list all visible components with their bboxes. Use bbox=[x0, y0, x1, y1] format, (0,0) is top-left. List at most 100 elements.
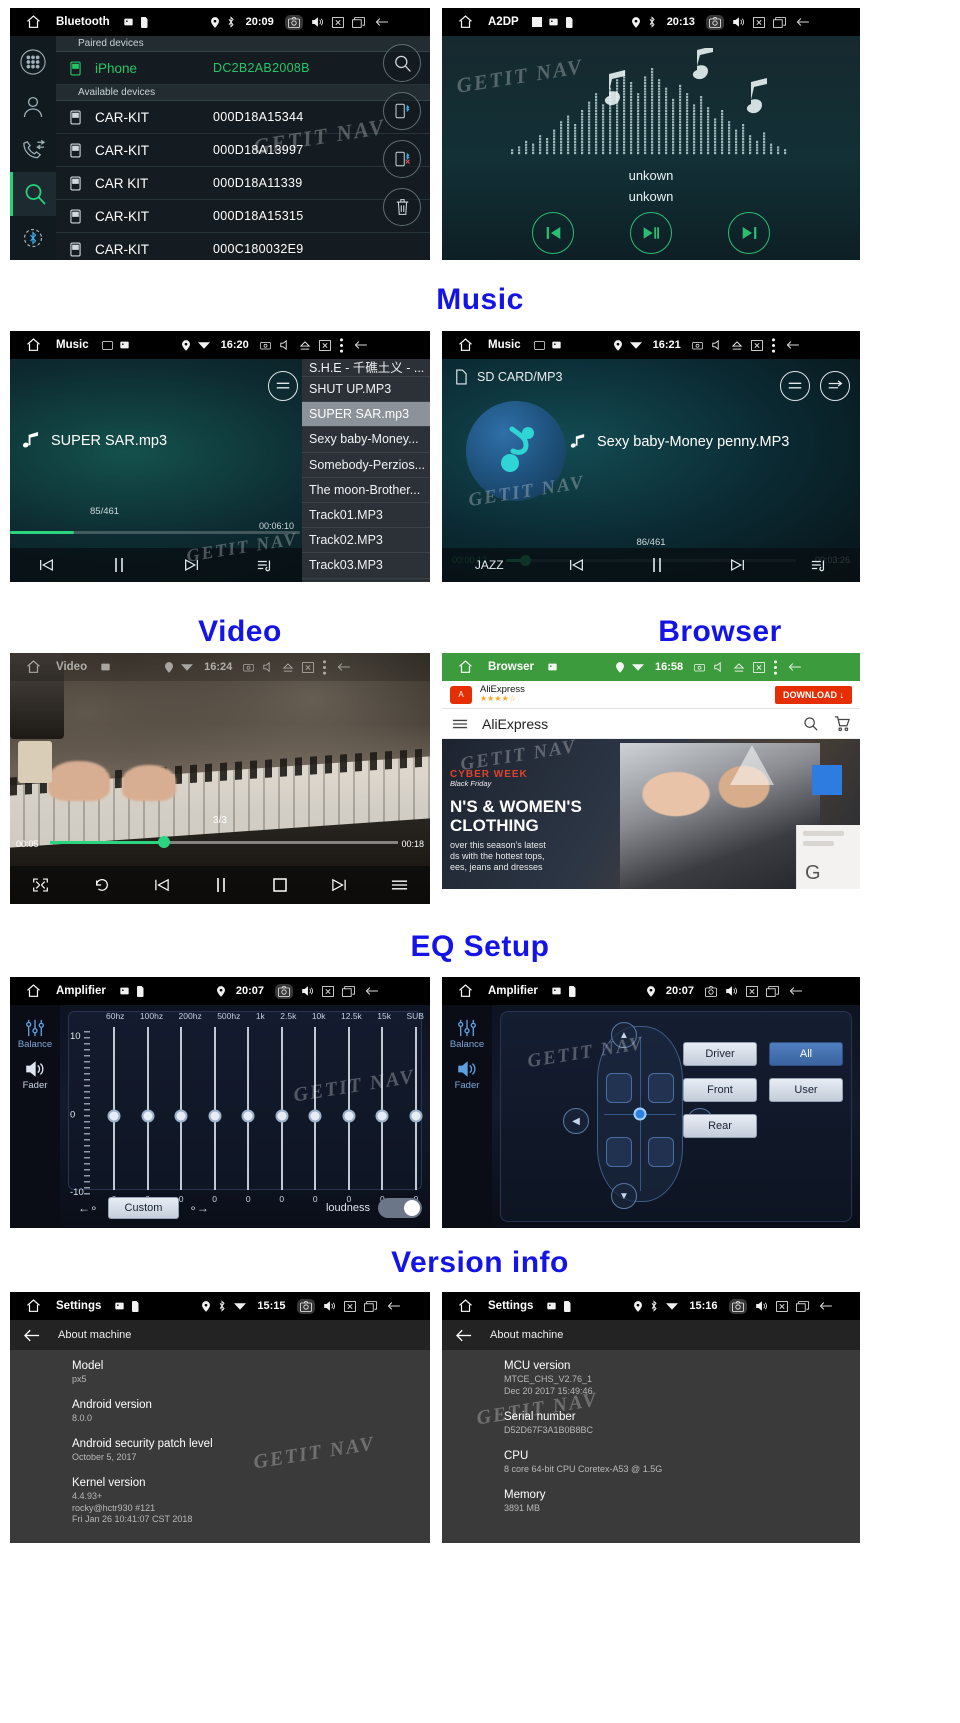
camera-icon[interactable] bbox=[728, 1298, 747, 1314]
recents-icon[interactable] bbox=[363, 1300, 377, 1312]
back-icon[interactable] bbox=[335, 661, 351, 673]
preset-button[interactable]: Custom bbox=[107, 1197, 180, 1219]
pause-button[interactable] bbox=[112, 557, 126, 573]
hamburger-menu-icon[interactable] bbox=[452, 718, 468, 730]
volume-icon[interactable] bbox=[301, 985, 314, 997]
close-icon[interactable] bbox=[331, 16, 344, 28]
home-icon[interactable] bbox=[442, 983, 488, 999]
volume-icon[interactable] bbox=[711, 339, 723, 351]
list-item[interactable]: S.H.E - 千礁土义 - ... bbox=[302, 359, 430, 377]
recents-icon[interactable] bbox=[351, 16, 365, 28]
eq-band-slider[interactable]: 0 bbox=[240, 1027, 256, 1204]
sidebar-item-fader[interactable]: Fader bbox=[10, 1080, 60, 1091]
eq-slider-handle[interactable] bbox=[208, 1109, 222, 1122]
close-icon[interactable] bbox=[302, 661, 315, 673]
list-item[interactable]: Kernel version 4.4.93+ rocky@hctr930 #12… bbox=[72, 1477, 430, 1527]
mode-button-rear[interactable]: Rear bbox=[683, 1114, 757, 1138]
eq-band-slider[interactable]: 0 bbox=[274, 1027, 290, 1204]
sidebar-item-calllog[interactable] bbox=[10, 128, 56, 172]
list-item[interactable]: Model px5 bbox=[72, 1360, 430, 1386]
eject-icon[interactable] bbox=[299, 340, 311, 351]
camera-icon[interactable] bbox=[274, 983, 293, 999]
list-item[interactable]: SHUT UP.MP3 bbox=[302, 377, 430, 403]
balance-position-handle[interactable] bbox=[633, 1107, 647, 1121]
sidebar-item-bluetooth-settings[interactable] bbox=[10, 216, 56, 260]
camera-icon[interactable] bbox=[705, 985, 717, 997]
camera-icon[interactable] bbox=[243, 663, 255, 672]
next-preset-button[interactable]: ∘→ bbox=[179, 1201, 219, 1215]
equalizer-icon[interactable] bbox=[10, 1019, 60, 1037]
eq-slider-handle[interactable] bbox=[409, 1109, 423, 1122]
back-icon[interactable] bbox=[385, 1300, 401, 1312]
move-down-button[interactable]: ▼ bbox=[611, 1183, 637, 1209]
back-icon[interactable] bbox=[787, 985, 803, 997]
eq-slider-handle[interactable] bbox=[107, 1109, 121, 1122]
camera-icon[interactable] bbox=[296, 1298, 315, 1314]
home-icon[interactable] bbox=[10, 983, 56, 999]
sidebar-item-balance[interactable]: Balance bbox=[442, 1039, 492, 1050]
back-icon[interactable] bbox=[352, 339, 368, 351]
eq-preset-label[interactable]: JAZZ bbox=[475, 558, 504, 572]
mode-button-front[interactable]: Front bbox=[683, 1078, 757, 1102]
eq-band-slider[interactable]: 0 bbox=[207, 1027, 223, 1204]
equalizer-icon[interactable] bbox=[442, 1019, 492, 1037]
volume-icon[interactable] bbox=[262, 661, 274, 673]
mode-button-driver[interactable]: Driver bbox=[683, 1042, 757, 1066]
playlist-mode-icon[interactable] bbox=[268, 371, 298, 401]
sidebar-item-dialpad[interactable] bbox=[10, 40, 56, 84]
pause-button[interactable] bbox=[214, 877, 228, 893]
eq-slider-handle[interactable] bbox=[375, 1109, 389, 1122]
sidebar-item-balance[interactable]: Balance bbox=[10, 1039, 60, 1050]
fullscreen-button[interactable] bbox=[32, 877, 49, 893]
playlist-button[interactable] bbox=[391, 878, 408, 892]
playlist-button[interactable] bbox=[257, 558, 273, 572]
previous-button[interactable] bbox=[569, 558, 584, 572]
recents-icon[interactable] bbox=[342, 985, 355, 997]
list-item[interactable]: Somebody-Perzios... bbox=[302, 453, 430, 478]
move-left-button[interactable]: ◀ bbox=[563, 1108, 589, 1134]
eject-icon[interactable] bbox=[731, 340, 743, 351]
recents-icon[interactable] bbox=[772, 16, 786, 28]
list-item[interactable]: CPU 8 core 64-bit CPU Coretex-A53 @ 1.5G bbox=[504, 1450, 860, 1476]
close-icon[interactable] bbox=[343, 1300, 356, 1312]
playlist[interactable]: S.H.E - 千礁土义 - ... SHUT UP.MP3 SUPER SAR… bbox=[302, 359, 430, 582]
eq-slider-handle[interactable] bbox=[241, 1109, 255, 1122]
home-icon[interactable] bbox=[10, 14, 56, 30]
back-icon[interactable] bbox=[784, 339, 800, 351]
eq-slider-handle[interactable] bbox=[342, 1109, 356, 1122]
search-icon[interactable] bbox=[803, 716, 818, 731]
eq-slider-handle[interactable] bbox=[308, 1109, 322, 1122]
sidebar-item-fader[interactable]: Fader bbox=[442, 1080, 492, 1091]
unpair-device-button[interactable] bbox=[383, 140, 421, 178]
overflow-menu-icon[interactable] bbox=[322, 659, 327, 675]
promo-hero-banner[interactable]: GETIT NAV CYBER WEEK Black Friday N'S & … bbox=[442, 739, 860, 889]
volume-icon[interactable] bbox=[323, 1300, 336, 1312]
mode-button-user[interactable]: User bbox=[769, 1078, 843, 1102]
volume-icon[interactable] bbox=[755, 1300, 768, 1312]
repeat-button[interactable] bbox=[93, 877, 111, 893]
camera-icon[interactable] bbox=[259, 341, 271, 350]
volume-icon[interactable] bbox=[713, 661, 725, 673]
sidebar-item-search[interactable] bbox=[10, 172, 56, 216]
pause-button[interactable] bbox=[650, 557, 664, 573]
speaker-icon[interactable] bbox=[10, 1060, 60, 1078]
list-item[interactable]: Serial number D52D67F3A1B0B8BC bbox=[504, 1411, 860, 1437]
eq-band-slider[interactable]: 0 bbox=[374, 1027, 390, 1204]
back-arrow-icon[interactable] bbox=[456, 1329, 472, 1342]
next-button[interactable] bbox=[728, 212, 770, 254]
move-up-button[interactable]: ▲ bbox=[611, 1022, 637, 1048]
sidebar-item-contacts[interactable] bbox=[10, 84, 56, 128]
seek-bar[interactable] bbox=[50, 841, 398, 844]
seek-handle[interactable] bbox=[158, 836, 170, 848]
camera-icon[interactable] bbox=[691, 341, 703, 350]
home-icon[interactable] bbox=[10, 659, 56, 675]
home-icon[interactable] bbox=[442, 14, 488, 30]
volume-icon[interactable] bbox=[279, 339, 291, 351]
list-item[interactable]: Memory 3891 MB bbox=[504, 1489, 860, 1515]
loudness-toggle[interactable] bbox=[378, 1198, 422, 1218]
list-item[interactable]: Track03.MP3 bbox=[302, 553, 430, 579]
list-item[interactable]: Android security patch level October 5, … bbox=[72, 1438, 430, 1464]
close-icon[interactable] bbox=[752, 16, 765, 28]
close-icon[interactable] bbox=[775, 1300, 788, 1312]
close-icon[interactable] bbox=[753, 661, 766, 673]
